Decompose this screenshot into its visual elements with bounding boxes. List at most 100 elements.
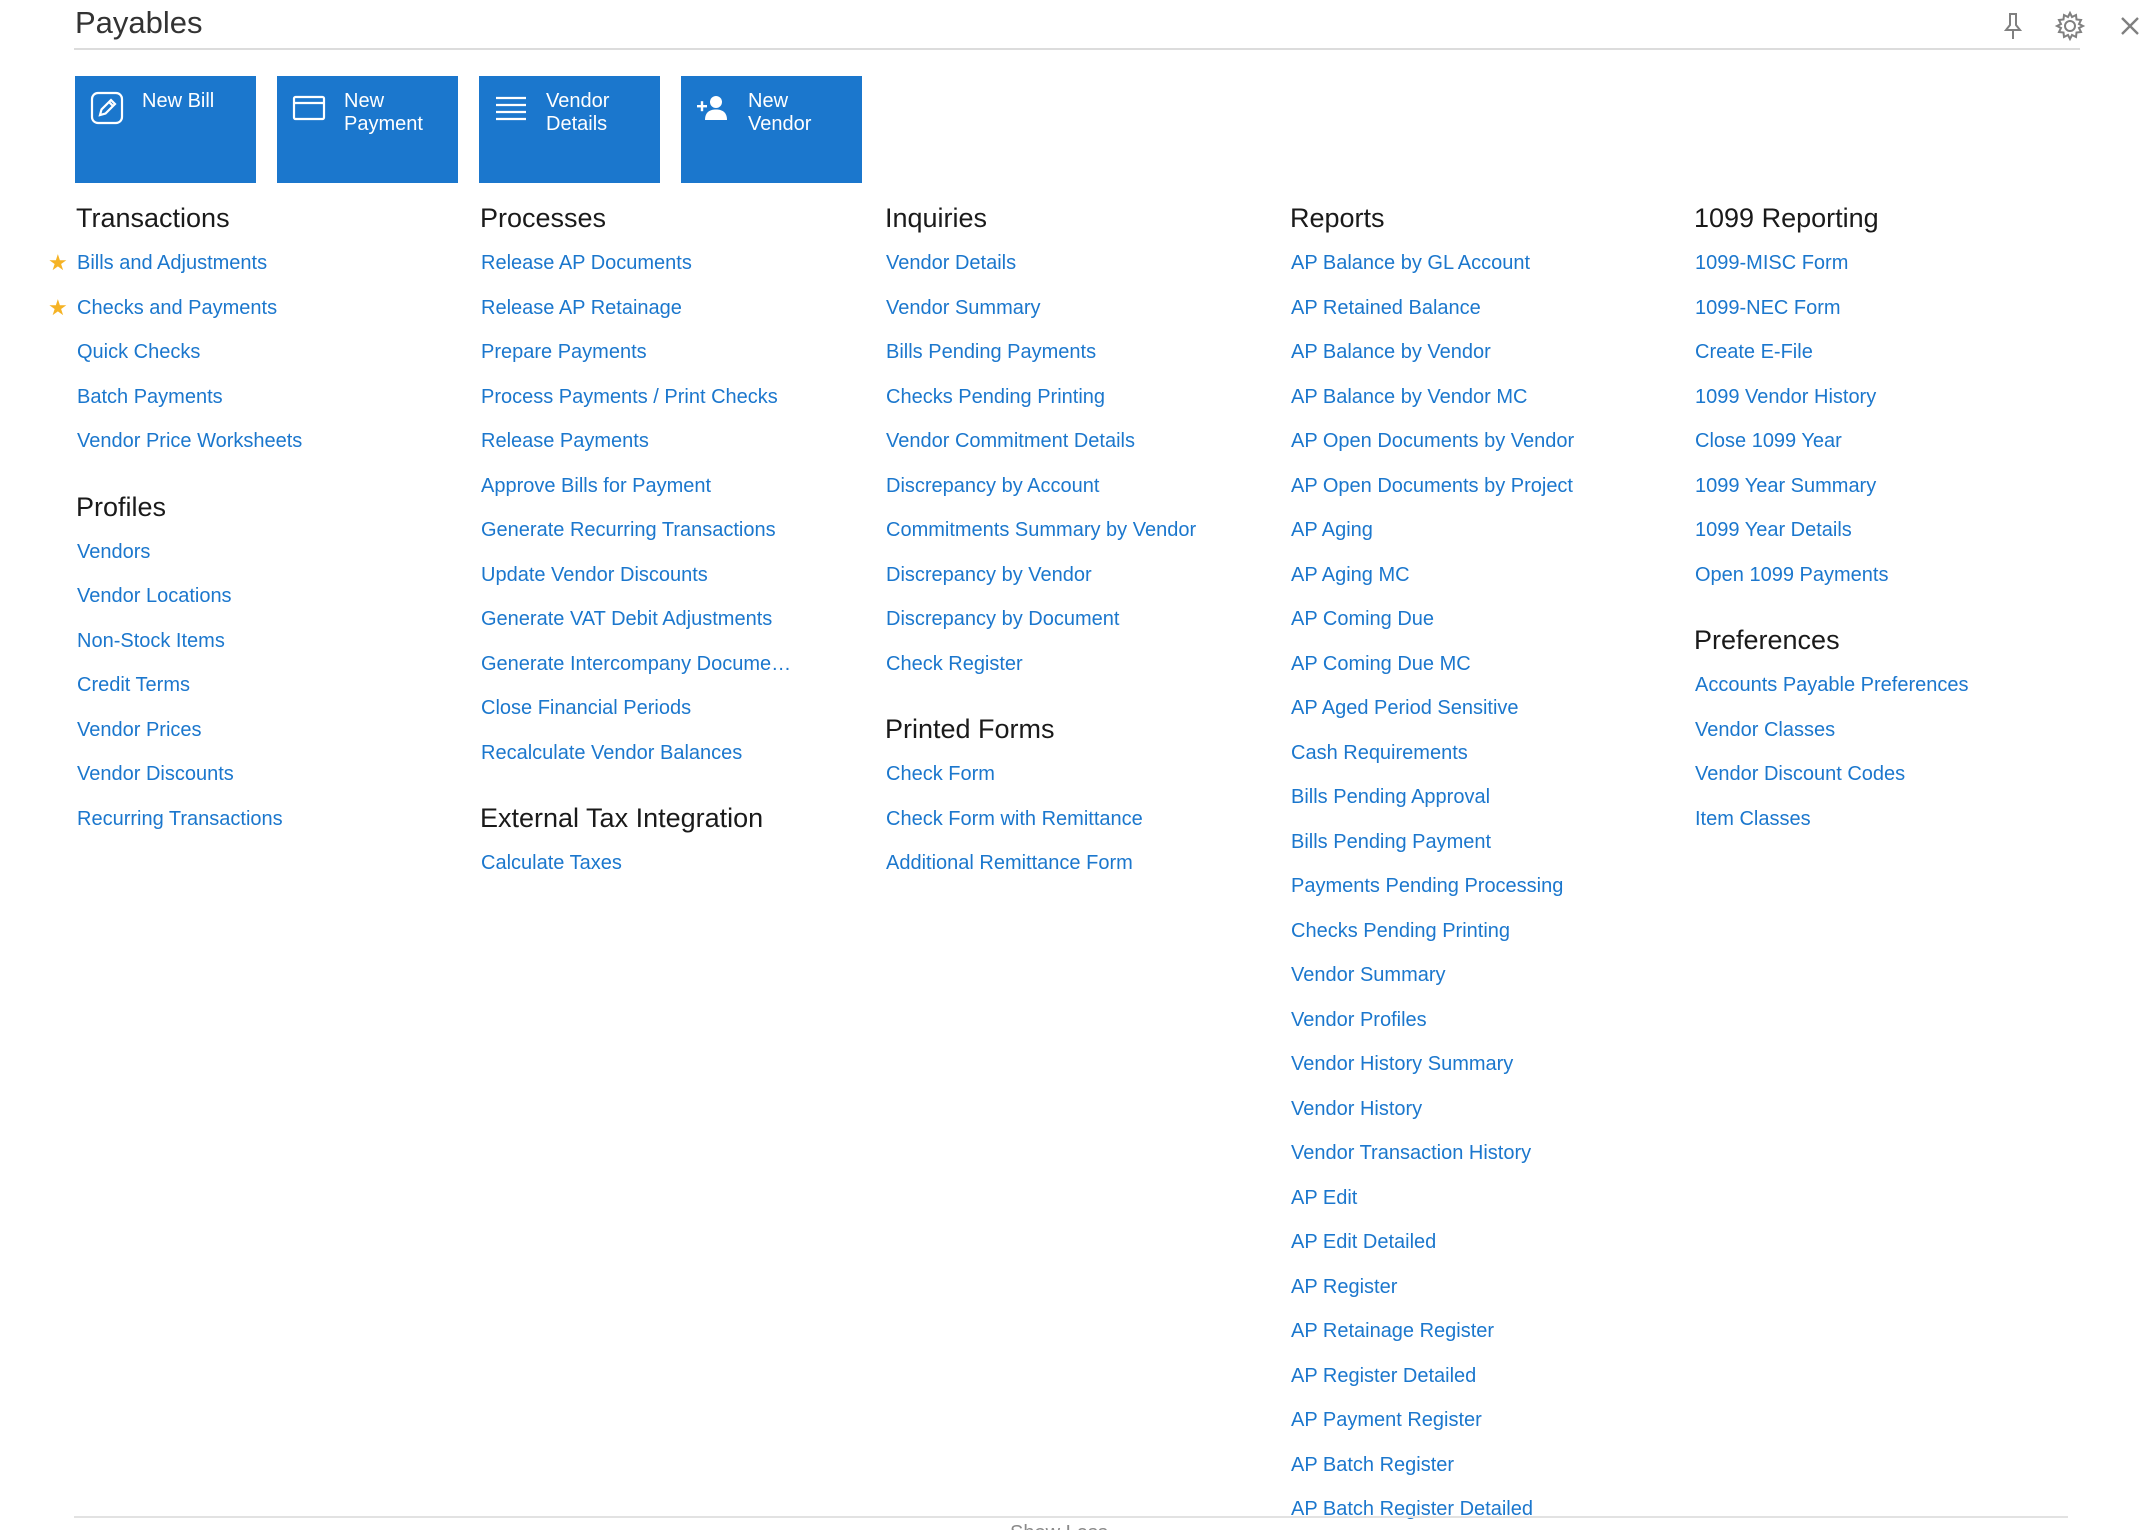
menu-link[interactable]: Check Form with Remittance: [885, 797, 1196, 842]
menu-link[interactable]: Generate Recurring Transactions: [480, 508, 791, 553]
menu-link[interactable]: Item Classes: [1694, 797, 1969, 842]
gear-icon[interactable]: [2052, 8, 2088, 44]
menu-link-label: Commitments Summary by Vendor: [886, 519, 1197, 541]
menu-link[interactable]: Discrepancy by Vendor: [885, 553, 1196, 598]
menu-link[interactable]: AP Balance by Vendor: [1290, 330, 1574, 375]
menu-link[interactable]: Commitments Summary by Vendor: [885, 508, 1196, 553]
menu-link[interactable]: Vendor History Summary: [1290, 1042, 1574, 1087]
menu-link[interactable]: Vendor Commitment Details: [885, 419, 1196, 464]
menu-link[interactable]: AP Register Detailed: [1290, 1354, 1574, 1399]
menu-link[interactable]: Additional Remittance Form: [885, 841, 1196, 886]
add-person-icon: [695, 90, 731, 126]
menu-link[interactable]: Recalculate Vendor Balances: [480, 731, 791, 776]
menu-link[interactable]: Checks Pending Printing: [885, 375, 1196, 420]
menu-link[interactable]: Prepare Payments: [480, 330, 791, 375]
menu-link[interactable]: AP Batch Register: [1290, 1443, 1574, 1488]
menu-link[interactable]: AP Balance by GL Account: [1290, 241, 1574, 286]
menu-link[interactable]: Bills Pending Payment: [1290, 820, 1574, 865]
star-icon[interactable]: ★: [48, 286, 68, 331]
menu-link[interactable]: Checks Pending Printing: [1290, 909, 1574, 954]
menu-link[interactable]: Generate Intercompany Docume…: [480, 642, 791, 687]
menu-link[interactable]: Discrepancy by Account: [885, 464, 1196, 509]
menu-link[interactable]: Non-Stock Items: [76, 619, 302, 664]
menu-link[interactable]: Vendor Price Worksheets: [76, 419, 302, 464]
menu-link[interactable]: Recurring Transactions: [76, 797, 302, 842]
menu-link[interactable]: Release AP Retainage: [480, 286, 791, 331]
menu-link[interactable]: Release AP Documents: [480, 241, 791, 286]
menu-link[interactable]: AP Balance by Vendor MC: [1290, 375, 1574, 420]
menu-link[interactable]: Vendor Prices: [76, 708, 302, 753]
menu-link[interactable]: Close Financial Periods: [480, 686, 791, 731]
menu-link[interactable]: AP Edit: [1290, 1176, 1574, 1221]
menu-link[interactable]: 1099 Vendor History: [1694, 375, 1969, 420]
menu-link[interactable]: AP Register: [1290, 1265, 1574, 1310]
menu-link[interactable]: Vendor Profiles: [1290, 998, 1574, 1043]
menu-link-label: Batch Payments: [77, 385, 223, 408]
menu-link[interactable]: AP Edit Detailed: [1290, 1220, 1574, 1265]
menu-link[interactable]: AP Payment Register: [1290, 1398, 1574, 1443]
menu-link[interactable]: Create E-File: [1694, 330, 1969, 375]
tile-label: New Payment: [344, 90, 423, 135]
menu-link[interactable]: Credit Terms: [76, 663, 302, 708]
menu-link[interactable]: Close 1099 Year: [1694, 419, 1969, 464]
menu-link[interactable]: Vendor Summary: [885, 286, 1196, 331]
menu-link[interactable]: ★ Checks and Payments: [48, 286, 302, 331]
menu-link[interactable]: Bills Pending Approval: [1290, 775, 1574, 820]
menu-link-label: Close Financial Periods: [481, 697, 692, 719]
menu-link[interactable]: Release Payments: [480, 419, 791, 464]
menu-link[interactable]: Open 1099 Payments: [1694, 553, 1969, 598]
menu-link[interactable]: Vendor Transaction History: [1290, 1131, 1574, 1176]
new-payment-tile[interactable]: New Payment: [277, 76, 458, 183]
tile-label: Vendor Details: [546, 90, 610, 135]
menu-link[interactable]: Accounts Payable Preferences: [1694, 663, 1969, 708]
menu-link[interactable]: AP Aging MC: [1290, 553, 1574, 598]
menu-link[interactable]: Generate VAT Debit Adjustments: [480, 597, 791, 642]
menu-link[interactable]: Batch Payments: [76, 375, 302, 420]
pin-icon[interactable]: [1995, 8, 2031, 44]
close-icon[interactable]: [2112, 8, 2148, 44]
menu-link[interactable]: Cash Requirements: [1290, 731, 1574, 776]
vendor-details-tile[interactable]: Vendor Details: [479, 76, 660, 183]
menu-link[interactable]: Update Vendor Discounts: [480, 553, 791, 598]
menu-link[interactable]: AP Retainage Register: [1290, 1309, 1574, 1354]
menu-link[interactable]: Process Payments / Print Checks: [480, 375, 791, 420]
menu-link[interactable]: Vendor Locations: [76, 574, 302, 619]
menu-link[interactable]: AP Retained Balance: [1290, 286, 1574, 331]
new-bill-tile[interactable]: New Bill: [75, 76, 256, 183]
menu-link[interactable]: 1099 Year Details: [1694, 508, 1969, 553]
menu-link-label: Checks Pending Printing: [886, 385, 1106, 408]
menu-link[interactable]: 1099-MISC Form: [1694, 241, 1969, 286]
menu-link[interactable]: Vendor Discount Codes: [1694, 752, 1969, 797]
star-icon[interactable]: ★: [48, 241, 68, 286]
menu-link-label: Bills Pending Payments: [886, 341, 1097, 363]
menu-link[interactable]: Calculate Taxes: [480, 841, 791, 886]
header-divider: [74, 48, 2080, 50]
menu-link[interactable]: Payments Pending Processing: [1290, 864, 1574, 909]
menu-link[interactable]: Vendor Details: [885, 241, 1196, 286]
menu-link[interactable]: Vendor Discounts: [76, 752, 302, 797]
menu-link[interactable]: Check Register: [885, 642, 1196, 687]
menu-link-label: Close 1099 Year: [1695, 430, 1842, 452]
show-less-button[interactable]: Show Less ▲: [1010, 1520, 1130, 1530]
menu-link[interactable]: Vendor Summary: [1290, 953, 1574, 998]
menu-link[interactable]: Vendor History: [1290, 1087, 1574, 1132]
menu-link[interactable]: Discrepancy by Document: [885, 597, 1196, 642]
menu-link[interactable]: Quick Checks: [76, 330, 302, 375]
menu-link[interactable]: AP Open Documents by Vendor: [1290, 419, 1574, 464]
menu-link[interactable]: AP Coming Due MC: [1290, 642, 1574, 687]
menu-link[interactable]: ★ Bills and Adjustments: [48, 241, 302, 286]
menu-link[interactable]: Check Form: [885, 752, 1196, 797]
menu-link-label: Bills and Adjustments: [77, 252, 268, 274]
menu-link[interactable]: Approve Bills for Payment: [480, 464, 791, 509]
menu-link[interactable]: 1099 Year Summary: [1694, 464, 1969, 509]
menu-link[interactable]: Bills Pending Payments: [885, 330, 1196, 375]
menu-link[interactable]: AP Aged Period Sensitive: [1290, 686, 1574, 731]
menu-link[interactable]: Vendors: [76, 530, 302, 575]
menu-link[interactable]: Vendor Classes: [1694, 708, 1969, 753]
new-vendor-tile[interactable]: New Vendor: [681, 76, 862, 183]
menu-link[interactable]: 1099-NEC Form: [1694, 286, 1969, 331]
menu-link[interactable]: AP Open Documents by Project: [1290, 464, 1574, 509]
menu-link[interactable]: AP Aging: [1290, 508, 1574, 553]
menu-link[interactable]: AP Batch Register Detailed: [1290, 1487, 1574, 1530]
menu-link[interactable]: AP Coming Due: [1290, 597, 1574, 642]
